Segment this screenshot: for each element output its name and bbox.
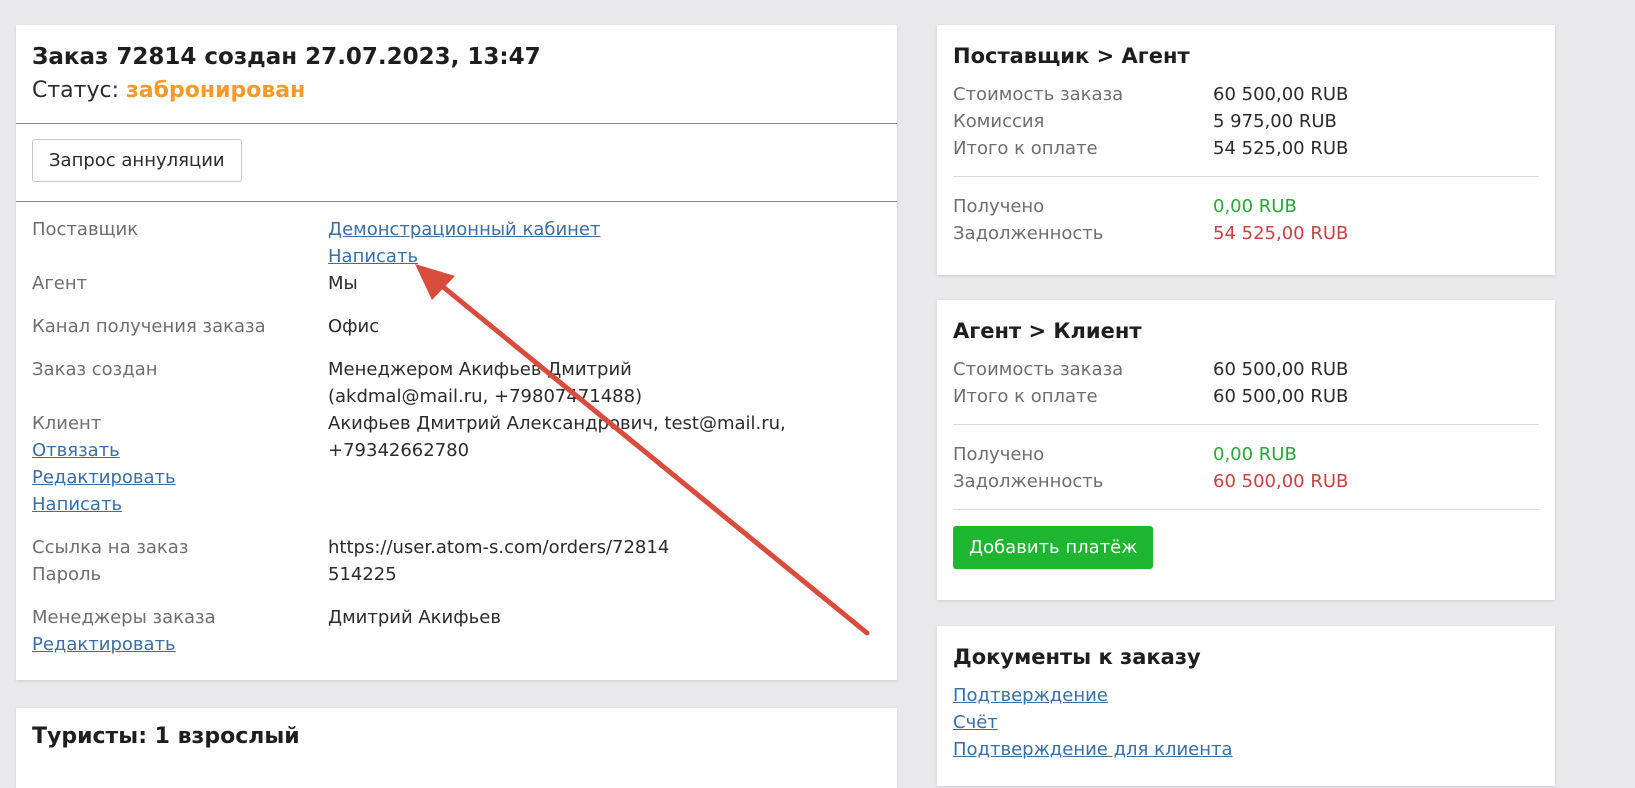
add-payment-button[interactable]: Добавить платёж <box>953 526 1154 569</box>
order-details-card: Заказ 72814 создан 27.07.2023, 13:47 Ста… <box>16 25 897 680</box>
supplier-agent-title: Поставщик > Агент <box>953 44 1190 68</box>
tourists-card: Туристы: 1 взрослый <box>16 708 897 788</box>
documents-card: Документы к заказу Подтверждение Счёт По… <box>937 626 1555 786</box>
password-label: Пароль <box>32 564 102 585</box>
client-label-group: Клиент Отвязать Редактировать Написать <box>32 410 328 518</box>
created-label: Заказ создан <box>32 359 158 380</box>
doc-confirmation-link[interactable]: Подтверждение <box>953 682 1539 709</box>
status-label: Статус: <box>32 78 120 103</box>
ac-divider-1 <box>953 424 1539 425</box>
sa-total-label: Итого к оплате <box>953 138 1098 159</box>
created-value: Менеджером Акифьев Дмитрий (akdmal@mail.… <box>328 359 643 407</box>
created-row: Заказ создан Менеджером Акифьев Дмитрий … <box>32 356 881 410</box>
password-row: Пароль 514225 <box>32 561 881 588</box>
order-header: Заказ 72814 создан 27.07.2023, 13:47 Ста… <box>16 25 897 124</box>
ac-divider-2 <box>953 509 1539 510</box>
cancel-request-button[interactable]: Запрос аннуляции <box>32 139 242 182</box>
managers-row: Менеджеры заказа Редактировать Дмитрий А… <box>32 604 881 658</box>
supplier-value-group: Демонстрационный кабинет Написать <box>328 216 788 270</box>
sa-debt-row: Задолженность 54 525,00 RUB <box>953 220 1539 247</box>
client-label: Клиент <box>32 413 102 434</box>
sa-divider <box>953 176 1539 177</box>
ac-cost-value: 60 500,00 RUB <box>1213 359 1349 380</box>
sa-debt-label: Задолженность <box>953 223 1104 244</box>
ac-total-row: Итого к оплате 60 500,00 RUB <box>953 383 1539 410</box>
sa-commission-row: Комиссия 5 975,00 RUB <box>953 108 1539 135</box>
supplier-write-link[interactable]: Написать <box>328 243 788 270</box>
ac-received-value: 0,00 RUB <box>1213 444 1297 465</box>
managers-label-group: Менеджеры заказа Редактировать <box>32 604 328 658</box>
supplier-row: Поставщик Демонстрационный кабинет Напис… <box>32 216 881 270</box>
ac-debt-value: 60 500,00 RUB <box>1213 471 1349 492</box>
sa-total-row: Итого к оплате 54 525,00 RUB <box>953 135 1539 162</box>
client-value: Акифьев Дмитрий Александрович, test@mail… <box>328 413 786 461</box>
supplier-label: Поставщик <box>32 219 139 240</box>
channel-label: Канал получения заказа <box>32 316 266 337</box>
sa-received-value: 0,00 RUB <box>1213 196 1297 217</box>
client-edit-link[interactable]: Редактировать <box>32 464 328 491</box>
password-value: 514225 <box>328 564 397 585</box>
client-write-link[interactable]: Написать <box>32 491 328 518</box>
agent-client-card: Агент > Клиент Стоимость заказа 60 500,0… <box>937 300 1555 600</box>
client-row: Клиент Отвязать Редактировать Написать А… <box>32 410 881 518</box>
sa-cost-value: 60 500,00 RUB <box>1213 84 1349 105</box>
ac-debt-label: Задолженность <box>953 471 1104 492</box>
order-info-table: Поставщик Демонстрационный кабинет Напис… <box>16 202 897 658</box>
sa-received-row: Получено 0,00 RUB <box>953 193 1539 220</box>
channel-value: Офис <box>328 316 380 337</box>
status-value: забронирован <box>126 78 306 103</box>
sa-debt-value: 54 525,00 RUB <box>1213 223 1349 244</box>
managers-label: Менеджеры заказа <box>32 607 216 628</box>
ac-cost-label: Стоимость заказа <box>953 359 1124 380</box>
supplier-agent-card: Поставщик > Агент Стоимость заказа 60 50… <box>937 25 1555 275</box>
doc-client-confirmation-link[interactable]: Подтверждение для клиента <box>953 736 1539 763</box>
sa-cost-label: Стоимость заказа <box>953 84 1124 105</box>
client-unlink-link[interactable]: Отвязать <box>32 437 328 464</box>
ac-received-label: Получено <box>953 444 1045 465</box>
sa-cost-row: Стоимость заказа 60 500,00 RUB <box>953 81 1539 108</box>
order-status: Статус: забронирован <box>32 75 881 107</box>
order-title: Заказ 72814 создан 27.07.2023, 13:47 <box>32 44 541 70</box>
order-link-label: Ссылка на заказ <box>32 537 189 558</box>
ac-total-value: 60 500,00 RUB <box>1213 386 1349 407</box>
order-actions: Запрос аннуляции <box>16 124 897 202</box>
agent-row: Агент Мы <box>32 270 881 297</box>
managers-edit-link[interactable]: Редактировать <box>32 631 328 658</box>
agent-client-title: Агент > Клиент <box>953 319 1142 343</box>
doc-invoice-link[interactable]: Счёт <box>953 709 1539 736</box>
ac-debt-row: Задолженность 60 500,00 RUB <box>953 468 1539 495</box>
channel-row: Канал получения заказа Офис <box>32 313 881 340</box>
ac-total-label: Итого к оплате <box>953 386 1098 407</box>
tourists-title: Туристы: 1 взрослый <box>32 724 300 749</box>
agent-label: Агент <box>32 273 88 294</box>
sa-commission-value: 5 975,00 RUB <box>1213 111 1337 132</box>
agent-value: Мы <box>328 273 358 294</box>
ac-received-row: Получено 0,00 RUB <box>953 441 1539 468</box>
ac-cost-row: Стоимость заказа 60 500,00 RUB <box>953 356 1539 383</box>
order-link-value: https://user.atom-s.com/orders/72814 <box>328 537 670 558</box>
supplier-link[interactable]: Демонстрационный кабинет <box>328 216 788 243</box>
sa-total-value: 54 525,00 RUB <box>1213 138 1349 159</box>
sa-commission-label: Комиссия <box>953 111 1045 132</box>
documents-title: Документы к заказу <box>953 645 1201 669</box>
sa-received-label: Получено <box>953 196 1045 217</box>
order-link-row: Ссылка на заказ https://user.atom-s.com/… <box>32 534 881 561</box>
managers-value: Дмитрий Акифьев <box>328 607 501 628</box>
